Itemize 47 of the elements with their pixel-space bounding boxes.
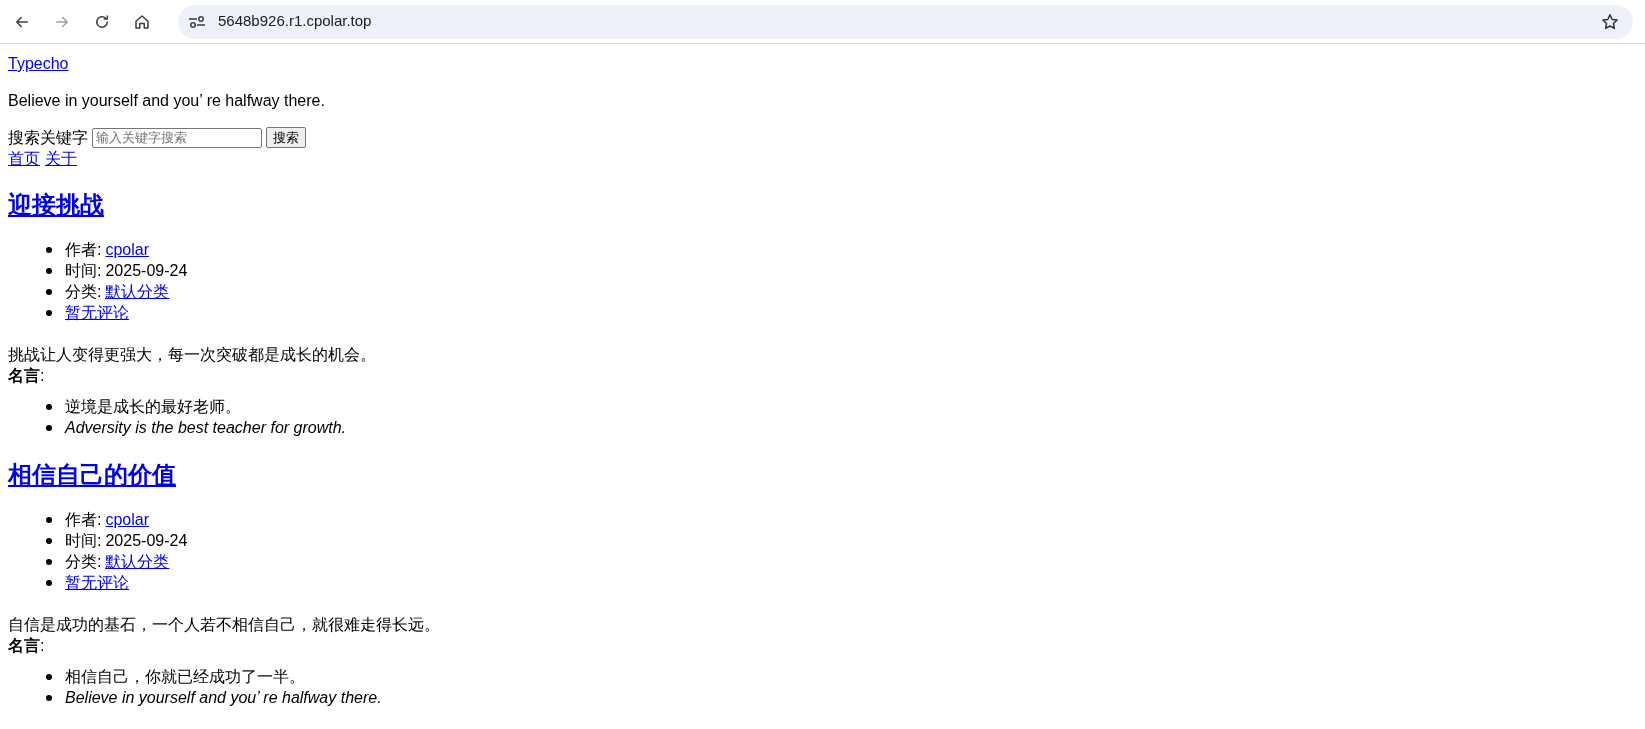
- bullet-icon: [46, 309, 52, 316]
- quote-label: 名言:: [8, 636, 46, 656]
- quote-text: Believe in yourself and you’ re halfway there.: [65, 688, 382, 708]
- nav-link[interactable]: 关于: [45, 148, 77, 169]
- bullet-icon: [46, 558, 52, 565]
- post-title-link[interactable]: 迎接挑战: [8, 191, 104, 218]
- meta-value: 2025-09-24: [105, 531, 188, 551]
- nav-link[interactable]: 首页: [8, 148, 40, 169]
- search-label: 搜索关键字: [8, 128, 88, 148]
- site-title-link[interactable]: Typecho: [8, 55, 69, 72]
- post-summary: 挑战让人变得更强大，每一次突破都是成长的机会。: [8, 345, 377, 365]
- bullet-icon: [46, 246, 52, 253]
- meta-link[interactable]: 默认分类: [105, 281, 170, 302]
- quote-text: 逆境是成长的最好老师。: [65, 397, 241, 417]
- url-text[interactable]: 5648b926.r1.cpolar.top: [218, 10, 1589, 33]
- bullet-icon: [46, 424, 52, 431]
- bullet-icon: [46, 516, 52, 523]
- search-field[interactable]: 输入关键字搜索: [92, 127, 262, 148]
- meta-link[interactable]: cpolar: [105, 239, 150, 260]
- meta-label: 分类:: [65, 552, 102, 572]
- meta-label: 分类:: [65, 282, 102, 302]
- quote-text: 相信自己，你就已经成功了一半。: [65, 667, 305, 687]
- bullet-icon: [46, 267, 52, 274]
- bullet-icon: [46, 673, 52, 680]
- meta-label: 作者:: [65, 510, 102, 530]
- bullet-icon: [46, 694, 52, 701]
- site-settings-icon[interactable]: [188, 14, 206, 29]
- site-description: Believe in yourself and you’ re halfway there.: [8, 91, 326, 111]
- bullet-icon: [46, 537, 52, 544]
- bullet-icon: [46, 403, 52, 410]
- search-button[interactable]: 搜索: [266, 127, 306, 148]
- address-bar[interactable]: 5648b926.r1.cpolar.top: [178, 4, 1633, 39]
- meta-link[interactable]: 暂无评论: [65, 302, 129, 323]
- post-summary: 自信是成功的基石，一个人若不相信自己，就很难走得长远。: [8, 615, 441, 635]
- meta-label: 时间:: [65, 531, 102, 551]
- bullet-icon: [46, 288, 52, 295]
- meta-value: 2025-09-24: [105, 261, 188, 281]
- meta-link[interactable]: 默认分类: [105, 551, 170, 572]
- quote-label: 名言:: [8, 366, 46, 386]
- meta-link[interactable]: 暂无评论: [65, 572, 129, 593]
- quote-text: Adversity is the best teacher for growth.: [65, 418, 346, 438]
- meta-label: 作者:: [65, 240, 102, 260]
- post-title-link[interactable]: 相信自己的价值: [8, 461, 176, 488]
- meta-link[interactable]: cpolar: [105, 509, 150, 530]
- bullet-icon: [46, 579, 52, 586]
- meta-label: 时间:: [65, 261, 102, 281]
- bookmark-star-icon[interactable]: [1601, 12, 1619, 31]
